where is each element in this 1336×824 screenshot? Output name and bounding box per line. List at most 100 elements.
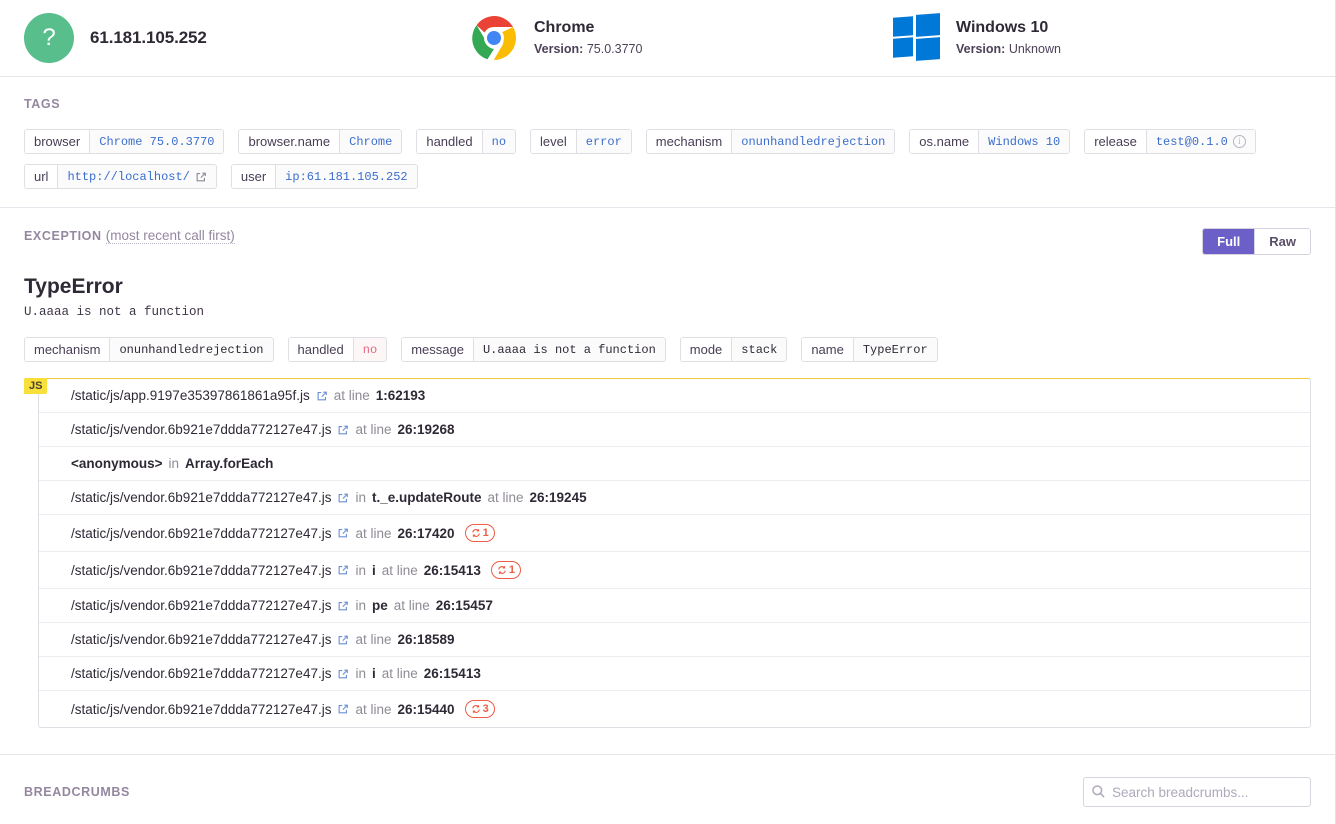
tag-value[interactable]: Chrome (339, 130, 402, 153)
tag-value-text: http://localhost/ (67, 169, 190, 184)
context-item-user[interactable]: ? 61.181.105.252 (0, 13, 446, 63)
stack-frame-row[interactable]: /static/js/vendor.6b921e7ddda772127e47.j… (39, 412, 1310, 446)
frame-at-label: at line (381, 562, 418, 578)
external-link-icon[interactable] (337, 600, 349, 612)
context-os-name: Windows 10 (956, 19, 1049, 36)
tag-value-text: error (585, 134, 622, 149)
frame-filename: /static/js/vendor.6b921e7ddda772127e47.j… (71, 598, 332, 613)
external-link-icon[interactable] (337, 424, 349, 436)
stack-frame-row[interactable]: /static/js/vendor.6b921e7ddda772127e47.j… (39, 622, 1310, 656)
external-link-icon[interactable] (337, 564, 349, 576)
tag-key: browser (25, 130, 90, 153)
stack-frame-row[interactable]: <anonymous> in Array.forEach (39, 446, 1310, 480)
frame-filename: <anonymous> (71, 456, 163, 471)
tag-pill-level[interactable]: level error (530, 129, 632, 154)
toggle-raw-button[interactable]: Raw (1254, 229, 1310, 254)
frame-lineno: 26:19245 (529, 490, 587, 505)
tag-pill-release[interactable]: release test@0.1.0 i (1084, 129, 1256, 154)
context-item-os[interactable]: Windows 10 Version: Unknown (868, 13, 1316, 62)
external-link-icon[interactable] (195, 171, 207, 183)
stacktrace-view-toggle[interactable]: Full Raw (1202, 228, 1311, 255)
context-browser-name: Chrome (534, 19, 595, 36)
frame-lineno: 1:62193 (375, 388, 426, 403)
exception-pill-mode[interactable]: mode stack (679, 337, 788, 362)
tag-pill-mechanism[interactable]: mechanism onunhandledrejection (645, 129, 896, 154)
exception-pill-handled[interactable]: handled no (287, 337, 388, 362)
context-user-ip: 61.181.105.252 (90, 28, 207, 47)
tag-value[interactable]: Windows 10 (978, 130, 1070, 153)
stack-frame-row[interactable]: /static/js/vendor.6b921e7ddda772127e47.j… (39, 551, 1310, 588)
tag-pill-handled[interactable]: handled no (416, 129, 517, 154)
external-link-icon[interactable] (337, 527, 349, 539)
frame-function: i (371, 666, 376, 681)
tag-key: level (531, 130, 576, 153)
tag-key: url (25, 165, 58, 188)
tag-pill-url[interactable]: url http://localhost/ (24, 164, 217, 189)
exception-pill-message[interactable]: message U.aaaa is not a function (401, 337, 666, 362)
tag-value-text: ip:61.181.105.252 (285, 169, 408, 184)
stack-frame-row[interactable]: /static/js/vendor.6b921e7ddda772127e47.j… (39, 514, 1310, 551)
tag-value-text: test@0.1.0 (1155, 134, 1228, 149)
frame-lineno: 26:15457 (435, 598, 493, 613)
tag-value[interactable]: test@0.1.0 i (1145, 130, 1255, 153)
frame-lineno: 26:15413 (423, 666, 481, 681)
tag-value-text: Chrome (349, 134, 393, 149)
tag-pill-browser-name[interactable]: browser.name Chrome (238, 129, 403, 154)
search-breadcrumbs-input[interactable] (1083, 777, 1311, 807)
tag-value[interactable]: http://localhost/ (57, 165, 216, 188)
stack-frame-row[interactable]: /static/js/app.9197e35397861861a95f.js at… (39, 379, 1310, 412)
tag-pill-browser[interactable]: browser Chrome 75.0.3770 (24, 129, 225, 154)
tag-value: TypeError (852, 338, 937, 361)
stack-frame-row[interactable]: /static/js/vendor.6b921e7ddda772127e47.j… (39, 690, 1310, 727)
exception-pill-mechanism[interactable]: mechanism onunhandledrejection (24, 337, 274, 362)
external-link-icon[interactable] (337, 492, 349, 504)
tag-value[interactable]: Chrome 75.0.3770 (89, 130, 224, 153)
context-browser-version-value: 75.0.3770 (586, 42, 643, 56)
tag-pill-list: browser Chrome 75.0.3770 browser.name Ch… (24, 129, 1311, 189)
frame-repeat-badge: 1 (464, 524, 495, 542)
tag-value[interactable]: no (481, 130, 516, 153)
frame-lineno: 26:19268 (397, 422, 455, 437)
exception-subtitle[interactable]: (most recent call first) (105, 228, 235, 244)
tag-key: handled (417, 130, 482, 153)
context-os-version-value: Unknown (1008, 42, 1061, 56)
breadcrumbs-section-title: BREADCRUMBS (24, 785, 130, 799)
tag-key: release (1085, 130, 1146, 153)
exception-pill-name[interactable]: name TypeError (801, 337, 938, 362)
tag-value[interactable]: error (575, 130, 631, 153)
context-os-version-label: Version: (956, 42, 1006, 56)
tag-value[interactable]: onunhandledrejection (731, 130, 895, 153)
frame-filename: /static/js/app.9197e35397861861a95f.js (71, 388, 310, 403)
external-link-icon[interactable] (337, 634, 349, 646)
frame-repeat-count: 3 (482, 703, 489, 715)
tag-value: U.aaaa is not a function (472, 338, 665, 361)
tag-key: mechanism (646, 130, 732, 153)
frame-at-label: at line (355, 701, 392, 717)
frame-repeat-count: 1 (482, 527, 489, 539)
context-os-version: Version: Unknown (956, 40, 1061, 58)
tag-key: handled (288, 338, 353, 361)
stack-frame-row[interactable]: /static/js/vendor.6b921e7ddda772127e47.j… (39, 480, 1310, 514)
frame-at-label: at line (487, 490, 524, 505)
context-item-browser[interactable]: Chrome Version: 75.0.3770 (446, 14, 868, 62)
tag-value: onunhandledrejection (109, 338, 273, 361)
toggle-full-button[interactable]: Full (1203, 229, 1255, 254)
stack-frame-row[interactable]: /static/js/vendor.6b921e7ddda772127e47.j… (39, 656, 1310, 690)
tag-pill-user[interactable]: user ip:61.181.105.252 (230, 164, 418, 189)
external-link-icon[interactable] (337, 703, 349, 715)
frame-in-label: in (355, 666, 366, 681)
tag-value[interactable]: ip:61.181.105.252 (275, 165, 417, 188)
stack-frame-row[interactable]: /static/js/vendor.6b921e7ddda772127e47.j… (39, 588, 1310, 622)
tag-key: browser.name (239, 130, 340, 153)
tag-pill-os-name[interactable]: os.name Windows 10 (909, 129, 1071, 154)
frame-filename: /static/js/vendor.6b921e7ddda772127e47.j… (71, 666, 332, 681)
tag-value-text: no (491, 134, 507, 149)
tag-key: name (802, 338, 853, 361)
frame-function: pe (371, 598, 388, 613)
context-browser-version-label: Version: (534, 42, 584, 56)
breadcrumb-search[interactable] (1083, 777, 1311, 807)
external-link-icon[interactable] (316, 390, 328, 402)
info-icon[interactable]: i (1232, 135, 1246, 148)
frame-function: Array.forEach (185, 456, 274, 471)
external-link-icon[interactable] (337, 668, 349, 680)
